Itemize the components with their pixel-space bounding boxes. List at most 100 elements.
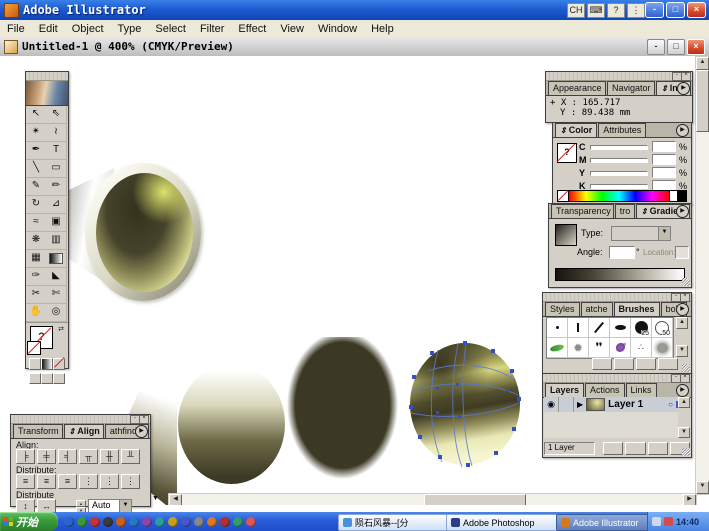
layer-name[interactable]: Layer 1 — [608, 399, 643, 410]
gradient-tool[interactable] — [46, 250, 67, 268]
paint-bucket-tool[interactable]: ◣ — [46, 268, 67, 286]
tab-links[interactable]: Links — [625, 383, 657, 397]
direct-selection-tool[interactable]: ⇖ — [46, 106, 67, 124]
tray-icon[interactable] — [664, 517, 673, 526]
rotate-tool[interactable]: ↻ — [26, 196, 47, 214]
align-right-button[interactable]: ╡ — [58, 449, 77, 464]
menu-effect[interactable]: Effect — [231, 22, 273, 36]
tab-swatches[interactable]: atche — [580, 302, 613, 316]
dropdown-arrow-icon[interactable]: ▼ — [658, 227, 670, 240]
panel-menu-icon[interactable]: ▶ — [676, 384, 689, 397]
gradient-ramp[interactable] — [555, 268, 685, 281]
brush-circle-50[interactable]: 50 — [652, 318, 673, 338]
menu-select[interactable]: Select — [148, 22, 193, 36]
tray-icon[interactable] — [652, 517, 661, 526]
distribute-bottom-button[interactable]: ≡ — [58, 474, 77, 489]
scroll-up-icon[interactable]: ▲ — [678, 397, 690, 408]
minimize-button[interactable]: - — [645, 2, 664, 18]
new-layer-button[interactable] — [647, 442, 668, 455]
menu-filter[interactable]: Filter — [193, 22, 231, 36]
quick-launch-icon[interactable] — [90, 516, 100, 527]
gradient-preview-swatch[interactable] — [555, 224, 577, 246]
panel-menu-icon[interactable]: ▶ — [135, 425, 148, 438]
quick-launch-icon[interactable] — [155, 516, 165, 527]
gradient-mode-button[interactable] — [41, 358, 53, 370]
gradient-angle-field[interactable] — [609, 246, 635, 259]
free-transform-tool[interactable]: ▣ — [46, 214, 67, 232]
align-palette-title-bar[interactable]: - × — [11, 415, 150, 424]
artwork-mesh-sphere[interactable] — [408, 341, 522, 468]
yellow-slider[interactable] — [590, 171, 648, 176]
quick-launch-icon[interactable] — [64, 516, 74, 527]
quick-launch-icon[interactable] — [181, 516, 191, 527]
distribute-middle-button[interactable]: ≡ — [37, 474, 56, 489]
hand-tool[interactable]: ✋ — [26, 304, 47, 322]
quick-launch-icon[interactable] — [142, 516, 152, 527]
spectrum-bar[interactable] — [569, 190, 670, 202]
align-top-button[interactable]: ╥ — [79, 449, 98, 464]
align-bottom-button[interactable]: ╨ — [121, 449, 140, 464]
zoom-tool[interactable]: ◎ — [46, 304, 67, 322]
tab-transparency[interactable]: Transparency — [551, 204, 614, 218]
palette-close-icon[interactable]: × — [681, 72, 691, 81]
quick-launch-icon[interactable] — [246, 516, 256, 527]
scroll-up-icon[interactable]: ▲ — [696, 57, 709, 70]
align-left-button[interactable]: ╞ — [16, 449, 35, 464]
quick-launch-icon[interactable] — [116, 516, 126, 527]
horizontal-scrollbar[interactable]: ◀ ▶ — [168, 493, 697, 505]
new-brush-button[interactable] — [636, 358, 656, 370]
taskbar-item-illustrator[interactable]: Adobe Illustrator — [556, 514, 652, 531]
gradient-location-field[interactable] — [675, 246, 689, 259]
brush-commas[interactable]: ❜❜ — [589, 338, 610, 358]
tab-appearance[interactable]: Appearance — [548, 81, 606, 95]
fullscreen-menu-button[interactable] — [41, 373, 53, 384]
line-tool[interactable]: ╲ — [26, 160, 47, 178]
layer-row[interactable]: ◉ ▶ Layer 1 — [544, 397, 678, 413]
tab-transform[interactable]: Transform — [13, 424, 63, 438]
graph-tool[interactable]: ▥ — [46, 232, 67, 250]
distribute-top-button[interactable]: ≡ — [16, 474, 35, 489]
distribute-center-button[interactable]: ⋮ — [100, 474, 119, 489]
quick-launch-icon[interactable] — [207, 516, 217, 527]
quick-launch-icon[interactable] — [220, 516, 230, 527]
white-swatch[interactable] — [670, 190, 678, 202]
taskbar-item-photoshop[interactable]: Adobe Photoshop — [446, 514, 558, 531]
visibility-eye-icon[interactable]: ◉ — [544, 397, 559, 412]
tab-attributes[interactable]: Attributes — [598, 123, 647, 137]
brush-circle-25[interactable]: 25 — [631, 318, 652, 338]
rectangle-tool[interactable]: ▭ — [46, 160, 67, 178]
menu-window[interactable]: Window — [311, 22, 364, 36]
panel-menu-icon[interactable]: ▶ — [676, 124, 689, 137]
resize-grip[interactable] — [682, 364, 690, 372]
delete-brush-button[interactable] — [658, 358, 678, 370]
menu-view[interactable]: View — [273, 22, 311, 36]
artwork-bowl-interior[interactable] — [96, 173, 193, 292]
brush-dash[interactable] — [568, 318, 589, 338]
lasso-tool[interactable]: ≀ — [46, 124, 67, 142]
brushes-palette-title-bar[interactable]: - × — [543, 293, 691, 302]
menu-help[interactable]: Help — [364, 22, 401, 36]
brush-starburst[interactable]: ✹ — [568, 338, 589, 358]
tab-align[interactable]: ⇕ Align — [63, 424, 104, 438]
tab-layers[interactable]: Layers — [545, 383, 585, 397]
toolbox-title-bar[interactable] — [26, 72, 68, 81]
magic-wand-tool[interactable]: ✴ — [26, 124, 47, 142]
tab-brushes[interactable]: Brushes — [613, 302, 660, 316]
tab-actions[interactable]: Actions — [585, 383, 625, 397]
fullscreen-button[interactable] — [53, 373, 65, 384]
vertical-scrollbar[interactable]: ▲ ▼ — [695, 56, 709, 495]
keyboard-icon[interactable]: ⌨ — [587, 3, 605, 18]
standard-screen-button[interactable] — [29, 373, 41, 384]
quick-launch-icon[interactable] — [129, 516, 139, 527]
quick-launch-icon[interactable] — [103, 516, 113, 527]
distribute-left-button[interactable]: ⋮ — [79, 474, 98, 489]
tab-stroke[interactable]: tro — [614, 204, 635, 218]
close-button[interactable]: × — [687, 2, 706, 18]
color-mode-button[interactable] — [29, 358, 41, 370]
panel-menu-icon[interactable]: ▶ — [677, 82, 690, 95]
align-center-button[interactable]: ╪ — [37, 449, 56, 464]
eyedropper-tool[interactable]: ✑ — [26, 268, 47, 286]
none-mode-button[interactable] — [53, 358, 65, 370]
brush-stroke[interactable] — [589, 318, 610, 338]
scroll-down-icon[interactable]: ▼ — [676, 345, 688, 357]
